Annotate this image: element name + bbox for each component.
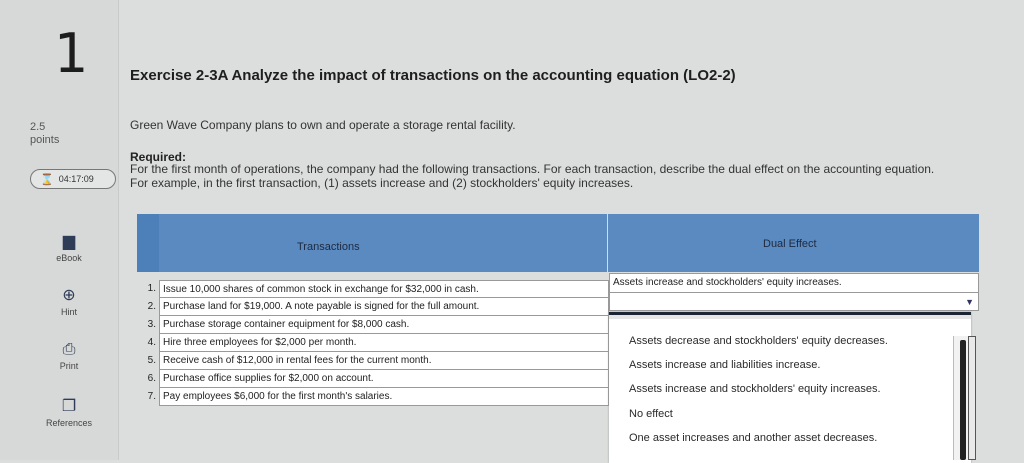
row-text: Purchase land for $19,000. A note payabl… bbox=[159, 298, 609, 316]
dual-effect-select-2[interactable]: ▼ bbox=[609, 293, 979, 311]
print-label: Print bbox=[59, 361, 79, 371]
ebook-label: eBook bbox=[56, 253, 82, 263]
references-button[interactable]: ❐ References bbox=[24, 396, 114, 428]
row-text: Pay employees $6,000 for the first month… bbox=[159, 388, 609, 406]
table-row: 5. Receive cash of $12,000 in rental fees… bbox=[137, 352, 609, 370]
references-label: References bbox=[45, 418, 93, 428]
row-number: 5. bbox=[147, 355, 156, 366]
book-icon: ▆ bbox=[62, 233, 76, 250]
dropdown-option[interactable]: Assets increase and stockholders' equity… bbox=[629, 383, 881, 395]
row-text: Issue 10,000 shares of common stock in e… bbox=[159, 280, 609, 298]
table-header-gap bbox=[137, 214, 159, 272]
hourglass-icon: ⌛ bbox=[40, 173, 54, 186]
timer-value: 04:17:09 bbox=[58, 174, 94, 184]
table-row: 4. Hire three employees for $2,000 per mo… bbox=[137, 334, 609, 352]
row-text: Hire three employees for $2,000 per mont… bbox=[159, 334, 609, 352]
dual-effect-select-1[interactable]: Assets increase and stockholders' equity… bbox=[609, 273, 979, 293]
row-number: 4. bbox=[147, 337, 156, 348]
printer-icon: ⎙ bbox=[62, 341, 76, 358]
dual-effect-value-1: Assets increase and stockholders' equity… bbox=[613, 277, 842, 288]
table-row: 7. Pay employees $6,000 for the first mon… bbox=[137, 388, 609, 406]
points-display: 2.5 points bbox=[30, 121, 59, 147]
dropdown-top-strip bbox=[609, 315, 971, 319]
dual-effect-dropdown-menu: Assets decrease and stockholders' equity… bbox=[609, 312, 971, 463]
dropdown-option[interactable]: No effect bbox=[629, 408, 673, 420]
header-dual-effect: Dual Effect bbox=[763, 238, 817, 250]
points-label: points bbox=[30, 134, 60, 146]
transaction-rows: 1. Issue 10,000 shares of common stock in… bbox=[137, 280, 609, 406]
row-number: 1. bbox=[147, 283, 156, 294]
table-row: 1. Issue 10,000 shares of common stock in… bbox=[137, 280, 609, 298]
row-text: Purchase office supplies for $2,000 on a… bbox=[159, 370, 609, 388]
points-value: 2.5 bbox=[30, 121, 46, 133]
timer[interactable]: ⌛ 04:17:09 bbox=[30, 169, 116, 189]
dropdown-option[interactable]: Assets decrease and stockholders' equity… bbox=[629, 335, 888, 347]
dropdown-scrollbar[interactable] bbox=[960, 340, 966, 460]
dropdown-option[interactable]: Assets increase and liabilities increase… bbox=[629, 359, 820, 371]
header-transactions: Transactions bbox=[297, 241, 360, 253]
row-text: Purchase storage container equipment for… bbox=[159, 316, 609, 334]
lifebuoy-icon: ⊕ bbox=[62, 287, 76, 304]
question-content: Exercise 2-3A Analyze the impact of tran… bbox=[130, 0, 1024, 463]
page-scroll-rail[interactable] bbox=[968, 336, 976, 460]
hint-button[interactable]: ⊕ Hint bbox=[24, 285, 114, 317]
table-row: 2. Purchase land for $19,000. A note paya… bbox=[137, 298, 609, 316]
required-text: For the first month of operations, the c… bbox=[130, 162, 935, 190]
row-text: Receive cash of $12,000 in rental fees f… bbox=[159, 352, 609, 370]
hint-label: Hint bbox=[60, 307, 77, 317]
table-header bbox=[137, 214, 979, 272]
row-number: 6. bbox=[147, 373, 156, 384]
table-row: 6. Purchase office supplies for $2,000 on… bbox=[137, 370, 609, 388]
exercise-title: Exercise 2-3A Analyze the impact of tran… bbox=[130, 67, 736, 84]
question-number: 1 bbox=[54, 22, 89, 85]
document-icon: ❐ bbox=[61, 398, 77, 415]
row-number: 2. bbox=[147, 301, 156, 312]
exercise-intro: Green Wave Company plans to own and oper… bbox=[130, 118, 516, 132]
header-divider bbox=[607, 214, 608, 272]
sidebar: 1 2.5 points ⌛ 04:17:09 ▆ eBook ⊕ Hint ⎙… bbox=[0, 0, 119, 460]
row-number: 3. bbox=[147, 319, 156, 330]
row-number: 7. bbox=[147, 391, 156, 402]
print-button[interactable]: ⎙ Print bbox=[24, 341, 114, 371]
ebook-button[interactable]: ▆ eBook bbox=[24, 231, 114, 263]
dropdown-option[interactable]: One asset increases and another asset de… bbox=[629, 432, 877, 444]
table-row: 3. Purchase storage container equipment f… bbox=[137, 316, 609, 334]
caret-down-icon: ▼ bbox=[965, 297, 974, 307]
